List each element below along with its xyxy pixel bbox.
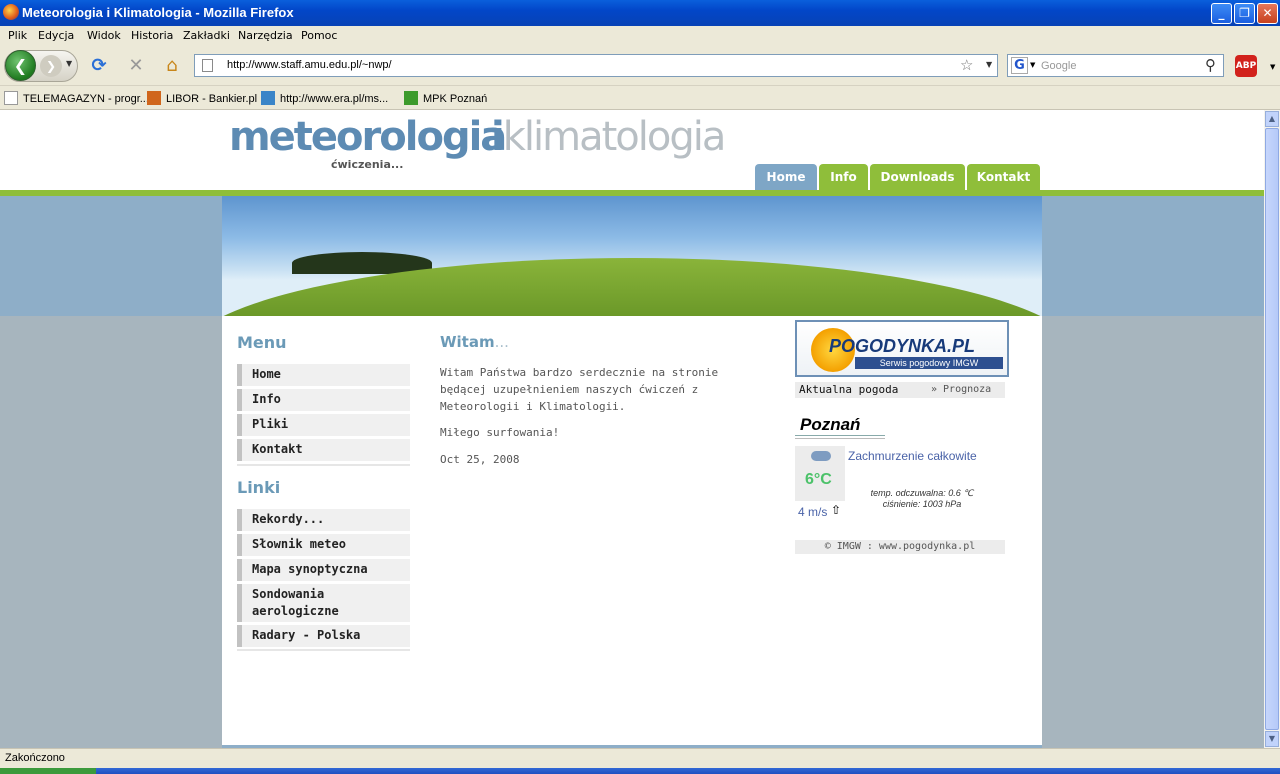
links-heading: Linki: [237, 478, 281, 497]
bookmark-telemagazyn[interactable]: TELEMAGAZYN - progr...: [4, 91, 149, 105]
page-title: Witam...: [440, 333, 509, 351]
hero-landscape-image: [222, 196, 1042, 316]
era-icon: [261, 91, 275, 105]
site-logo-part1[interactable]: meteorologia: [229, 114, 507, 160]
adblock-plus-icon[interactable]: ABP: [1235, 55, 1257, 77]
page-icon: [4, 91, 18, 105]
welcome-paragraph: Witam Państwa bardzo serdecznie na stron…: [440, 366, 719, 413]
wind-speed: 4 m/s: [798, 505, 828, 519]
sidebar-link-radary[interactable]: Radary - Polska: [237, 625, 410, 647]
links-divider: [237, 649, 410, 651]
cloud-icon: [811, 451, 831, 461]
sidebar-link-mapa[interactable]: Mapa synoptyczna: [237, 559, 410, 581]
maximize-button[interactable]: ❐: [1234, 3, 1255, 24]
history-dropdown-icon[interactable]: ▼: [66, 59, 72, 68]
temperature: 6°C: [805, 471, 832, 488]
menu-historia[interactable]: Historia: [131, 29, 173, 42]
surfing-paragraph: Miłego surfowania!: [440, 426, 560, 439]
search-input[interactable]: Google: [1041, 60, 1076, 72]
page-viewport: meteorologia iklimatologia ćwiczenia... …: [0, 110, 1264, 748]
reload-icon[interactable]: ⟳: [89, 56, 109, 76]
bookmark-star-icon[interactable]: ☆: [960, 56, 973, 74]
firefox-icon: [3, 4, 19, 20]
feels-like: temp. odczuwalna: 0.6 ℃: [870, 488, 974, 498]
pogodynka-name: POGODYNKA.PL: [829, 336, 976, 356]
close-button[interactable]: ✕: [1257, 3, 1278, 24]
menu-heading: Menu: [237, 333, 287, 352]
menu-zakladki[interactable]: Zakładki: [183, 29, 230, 42]
forecast-link[interactable]: » Prognoza: [931, 384, 991, 395]
bookmark-era[interactable]: http://www.era.pl/ms...: [261, 91, 388, 105]
menu-divider: [237, 464, 410, 466]
minimize-button[interactable]: _: [1211, 3, 1232, 24]
scroll-down-icon[interactable]: ▼: [1265, 731, 1279, 747]
pressure: ciśnienie: 1003 hPa: [882, 499, 962, 509]
content-area: Menu Home Info Pliki Kontakt Linki Rekor…: [222, 316, 1042, 746]
pogodynka-logo[interactable]: POGODYNKA.PL Serwis pogodowy IMGW: [795, 320, 1009, 377]
sidebar-link-slownik[interactable]: Słownik meteo: [237, 534, 410, 556]
scroll-thumb[interactable]: [1265, 128, 1279, 730]
current-weather-label: Aktualna pogoda: [799, 383, 899, 396]
title-bar: Meteorologia i Klimatologia - Mozilla Fi…: [0, 0, 1280, 26]
engine-dropdown-icon[interactable]: ▼: [1030, 61, 1035, 69]
sidebar-item-kontakt[interactable]: Kontakt: [237, 439, 410, 461]
city-underline: [795, 435, 885, 439]
menu-edycja[interactable]: Edycja: [38, 29, 74, 42]
stop-icon[interactable]: ✕: [126, 56, 146, 76]
forward-button[interactable]: ❯: [40, 55, 62, 77]
weather-tile: 6°C: [795, 446, 845, 501]
pogodynka-subtitle: Serwis pogodowy IMGW: [855, 357, 1003, 369]
search-bar[interactable]: G ▼ Google ⚲: [1007, 54, 1224, 77]
wind-direction-icon: ⇧: [831, 503, 842, 517]
url-bar[interactable]: http://www.staff.amu.edu.pl/~nwp/ ☆ ▼: [194, 54, 998, 77]
menu-widok[interactable]: Widok: [87, 29, 121, 42]
sidebar-link-sondowania[interactable]: Sondowania aerologiczne: [237, 584, 410, 622]
back-button[interactable]: ❮: [5, 50, 36, 81]
sidebar-link-rekordy[interactable]: Rekordy...: [237, 509, 410, 531]
bankier-icon: [147, 91, 161, 105]
site-logo-part2[interactable]: iklimatologia: [491, 114, 726, 160]
scroll-up-icon[interactable]: ▲: [1265, 111, 1279, 127]
bookmark-libor[interactable]: LIBOR - Bankier.pl: [147, 91, 257, 105]
adblock-dropdown-icon[interactable]: ▼: [1270, 63, 1275, 71]
sidebar-item-home[interactable]: Home: [237, 364, 410, 386]
bookmark-mpk[interactable]: MPK Poznań: [404, 91, 487, 105]
home-icon[interactable]: ⌂: [162, 56, 182, 76]
search-icon[interactable]: ⚲: [1205, 56, 1216, 74]
page-icon: [202, 59, 213, 72]
url-dropdown-icon[interactable]: ▼: [986, 60, 992, 69]
menu-pomoc[interactable]: Pomoc: [301, 29, 337, 42]
mpk-icon: [404, 91, 418, 105]
city-name: Poznań: [800, 415, 861, 434]
tab-kontakt[interactable]: Kontakt: [967, 164, 1040, 190]
weather-footer[interactable]: © IMGW : www.pogodynka.pl: [795, 540, 1005, 554]
sidebar-item-pliki[interactable]: Pliki: [237, 414, 410, 436]
window-title: Meteorologia i Klimatologia - Mozilla Fi…: [22, 5, 294, 20]
status-text: Zakończono: [5, 752, 65, 764]
bookmarks-toolbar: TELEMAGAZYN - progr... LIBOR - Bankier.p…: [0, 87, 1280, 110]
taskbar: [0, 768, 1280, 774]
vertical-scrollbar[interactable]: ▲ ▼: [1264, 110, 1280, 748]
tab-home[interactable]: Home: [755, 164, 817, 190]
weather-tabs: Aktualna pogoda » Prognoza: [795, 382, 1005, 398]
url-text[interactable]: http://www.staff.amu.edu.pl/~nwp/: [227, 59, 392, 71]
site-logo-subtitle: ćwiczenia...: [331, 158, 404, 171]
status-bar: Zakończono: [0, 748, 1280, 768]
navigation-toolbar: ❮ ❯ ▼ ⟳ ✕ ⌂ http://www.staff.amu.edu.pl/…: [0, 46, 1280, 86]
google-engine-icon[interactable]: G: [1011, 57, 1028, 74]
tab-downloads[interactable]: Downloads: [870, 164, 965, 190]
tab-info[interactable]: Info: [819, 164, 868, 190]
menu-bar: Plik Edycja Widok Historia Zakładki Narz…: [0, 26, 1280, 46]
sidebar-item-info[interactable]: Info: [237, 389, 410, 411]
weather-condition: Zachmurzenie całkowite: [848, 449, 977, 463]
start-button[interactable]: [0, 768, 96, 774]
post-date: Oct 25, 2008: [440, 453, 520, 466]
menu-narzedzia[interactable]: Narzędzia: [238, 29, 293, 42]
menu-plik[interactable]: Plik: [8, 29, 27, 42]
